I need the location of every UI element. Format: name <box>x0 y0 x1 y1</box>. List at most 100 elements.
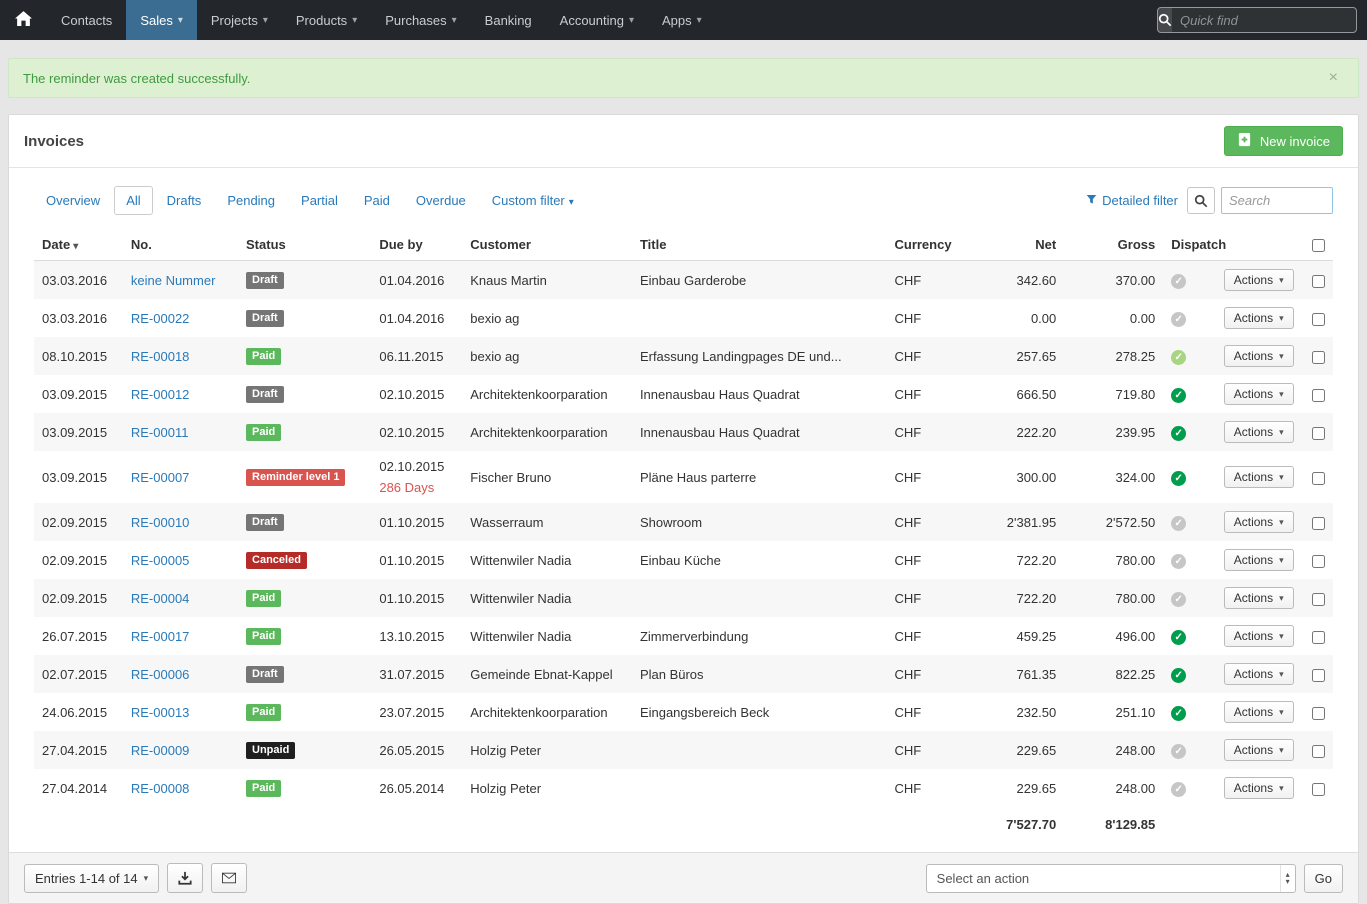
nav-item-apps[interactable]: Apps ▾ <box>648 0 716 40</box>
currency-cell: CHF <box>886 731 964 770</box>
actions-button[interactable]: Actions ▾ <box>1223 466 1294 489</box>
invoice-number-link[interactable]: RE-00011 <box>131 425 189 440</box>
invoice-number-link[interactable]: RE-00012 <box>131 387 190 402</box>
select-all-checkbox[interactable] <box>1312 239 1325 253</box>
invoice-number-link[interactable]: RE-00017 <box>131 629 190 644</box>
search-icon[interactable] <box>1158 8 1172 32</box>
row-checkbox[interactable] <box>1312 630 1325 644</box>
new-invoice-button[interactable]: New invoice <box>1223 126 1343 156</box>
invoice-number-link[interactable]: RE-00010 <box>131 515 190 530</box>
nav-item-projects[interactable]: Projects ▾ <box>197 0 282 40</box>
row-checkbox[interactable] <box>1312 471 1325 485</box>
actions-button[interactable]: Actions ▾ <box>1223 383 1294 406</box>
column-header-currency[interactable]: Currency <box>886 229 964 262</box>
search-button[interactable] <box>1187 187 1215 214</box>
dispatch-check-icon: ✓ <box>1171 781 1187 797</box>
entries-pagination-button[interactable]: Entries 1-14 of 14 ▾ <box>24 863 160 893</box>
invoice-number-link[interactable]: RE-00006 <box>131 667 190 682</box>
actions-button[interactable]: Actions ▾ <box>1223 625 1294 648</box>
nav-item-banking[interactable]: Banking <box>471 0 546 40</box>
tab-drafts[interactable]: Drafts <box>155 186 214 215</box>
actions-button[interactable]: Actions ▾ <box>1223 701 1294 724</box>
invoice-row: 02.07.2015 RE-00006 Draft 31.07.2015 Gemeind… <box>34 655 1333 694</box>
dispatch-check-icon: ✓ <box>1171 743 1187 759</box>
column-header-gross[interactable]: Gross <box>1064 229 1164 262</box>
tab-overdue[interactable]: Overdue <box>404 186 478 215</box>
dispatch-check-icon: ✓ <box>1171 705 1187 721</box>
send-email-button[interactable] <box>211 863 248 894</box>
currency-cell: CHF <box>894 552 922 568</box>
navbar-items: Contacts Sales ▾ Projects ▾ Products ▾ Purchase… <box>47 0 716 40</box>
tab-all[interactable]: All <box>114 186 153 215</box>
tab-custom-filter[interactable]: Custom filter ▾ <box>480 186 586 215</box>
row-checkbox[interactable] <box>1312 426 1325 440</box>
gross-cell: 780.00 <box>1064 579 1164 618</box>
select-arrows-icon: ▴ ▾ <box>1279 864 1295 892</box>
column-header-dispatch[interactable]: Dispatch <box>1163 229 1226 262</box>
row-checkbox[interactable] <box>1312 516 1325 530</box>
invoice-number-link[interactable]: RE-00007 <box>131 470 190 485</box>
row-checkbox[interactable] <box>1312 388 1325 402</box>
column-header-due-by[interactable]: Due by <box>371 229 463 262</box>
column-header-date[interactable]: Date ▾ <box>34 229 123 262</box>
go-button[interactable]: Go <box>1303 863 1343 893</box>
actions-button[interactable]: Actions ▾ <box>1223 549 1294 572</box>
invoice-number-link[interactable]: RE-00008 <box>131 781 190 796</box>
row-checkbox[interactable] <box>1312 668 1325 682</box>
actions-button[interactable]: Actions ▾ <box>1223 739 1294 762</box>
actions-button[interactable]: Actions ▾ <box>1223 307 1294 330</box>
column-header-status[interactable]: Status <box>238 229 372 262</box>
tab-overview[interactable]: Overview <box>34 186 112 215</box>
overdue-days: 286 Days <box>379 480 435 496</box>
chevron-down-icon: ▾ <box>1279 668 1284 679</box>
row-checkbox[interactable] <box>1312 274 1325 288</box>
bulk-action-select[interactable]: Select an action ▴ ▾ <box>925 863 1296 893</box>
quick-find-input[interactable] <box>1172 12 1356 28</box>
actions-button[interactable]: Actions ▾ <box>1223 421 1294 444</box>
invoice-number-link[interactable]: RE-00018 <box>131 349 190 364</box>
tab-partial[interactable]: Partial <box>289 186 350 215</box>
row-checkbox[interactable] <box>1312 554 1325 568</box>
nav-item-sales[interactable]: Sales ▾ <box>126 0 197 40</box>
invoice-number-link[interactable]: RE-00009 <box>131 743 190 758</box>
invoice-number-link[interactable]: RE-00004 <box>131 591 190 606</box>
column-header-title[interactable]: Title <box>631 229 887 262</box>
search-input[interactable] <box>1221 187 1333 214</box>
invoice-table-body: 03.03.2016 keine Nummer Draft 01.04.2016 Kna… <box>34 260 1333 808</box>
actions-button[interactable]: Actions ▾ <box>1223 345 1294 368</box>
column-header-customer[interactable]: Customer <box>462 229 632 262</box>
gross-cell: 780.00 <box>1115 552 1156 568</box>
invoice-date-cell: 08.10.2015 <box>34 337 123 376</box>
actions-button[interactable]: Actions ▾ <box>1223 663 1294 686</box>
tab-pending[interactable]: Pending <box>215 186 287 215</box>
invoice-number-link[interactable]: keine Nummer <box>131 273 216 288</box>
close-icon[interactable]: × <box>1323 69 1344 87</box>
detailed-filter-link[interactable]: Detailed filter <box>1086 193 1178 208</box>
column-header-no[interactable]: No. <box>122 229 239 262</box>
export-button[interactable] <box>167 863 204 894</box>
row-checkbox[interactable] <box>1312 782 1325 796</box>
invoice-number-link[interactable]: RE-00022 <box>131 311 190 326</box>
net-cell: 722.20 <box>963 579 1065 618</box>
actions-label: Actions <box>1233 705 1274 720</box>
tab-paid[interactable]: Paid <box>352 186 402 215</box>
invoice-number-link[interactable]: RE-00013 <box>131 705 190 720</box>
nav-item-contacts[interactable]: Contacts <box>47 0 126 40</box>
nav-item-products[interactable]: Products ▾ <box>282 0 371 40</box>
row-checkbox[interactable] <box>1312 350 1325 364</box>
actions-button[interactable]: Actions ▾ <box>1223 269 1294 292</box>
row-checkbox[interactable] <box>1312 312 1325 326</box>
row-checkbox[interactable] <box>1312 706 1325 720</box>
row-checkbox[interactable] <box>1312 592 1325 606</box>
home-button[interactable] <box>0 0 47 40</box>
nav-item-accounting[interactable]: Accounting ▾ <box>546 0 648 40</box>
row-checkbox[interactable] <box>1312 744 1325 758</box>
customer-cell: Architektenkoorparation <box>470 704 608 720</box>
column-header-net[interactable]: Net <box>963 229 1065 262</box>
actions-button[interactable]: Actions ▾ <box>1223 587 1294 610</box>
currency-cell: CHF <box>894 780 922 796</box>
actions-button[interactable]: Actions ▾ <box>1223 777 1294 800</box>
actions-button[interactable]: Actions ▾ <box>1223 511 1294 534</box>
nav-item-purchases[interactable]: Purchases ▾ <box>371 0 470 40</box>
invoice-number-link[interactable]: RE-00005 <box>131 553 190 568</box>
